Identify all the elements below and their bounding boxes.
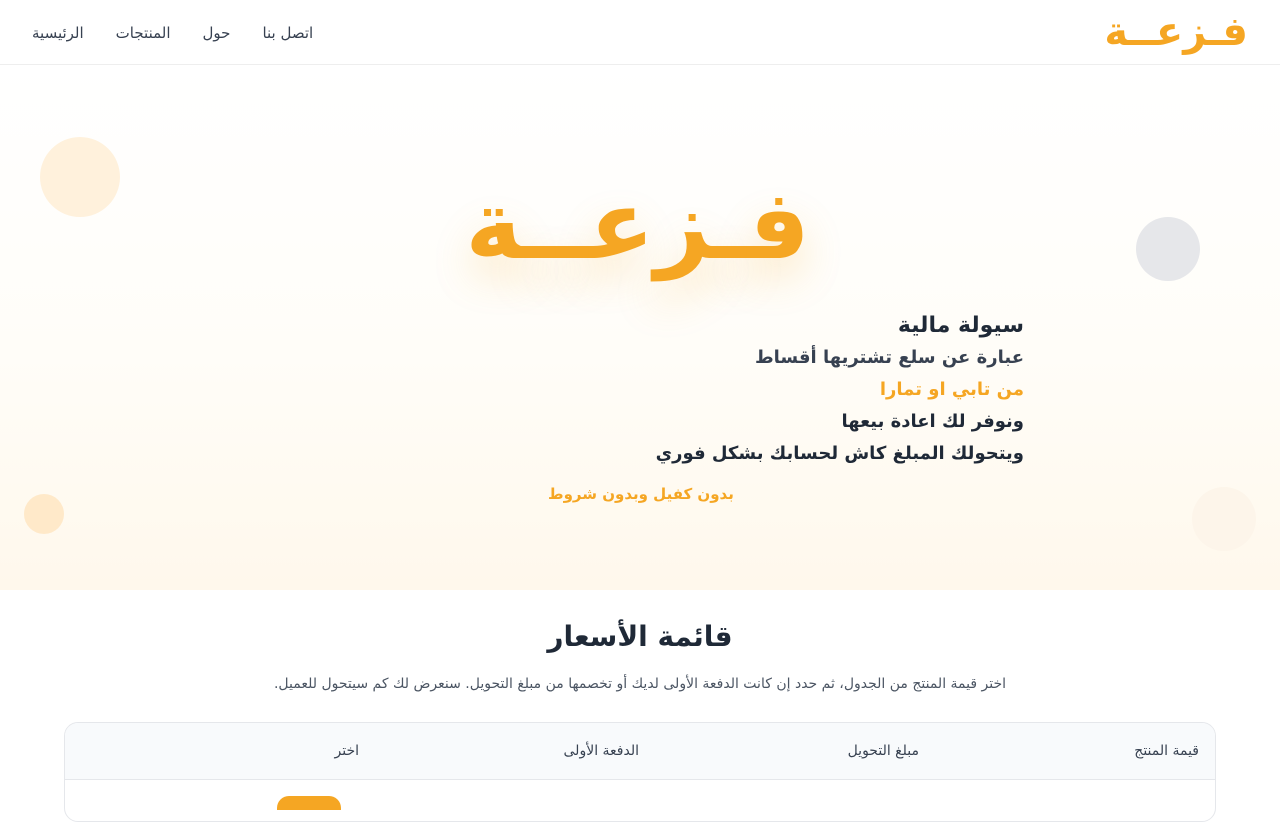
nav-products[interactable]: المنتجات bbox=[116, 24, 171, 42]
select-button[interactable] bbox=[277, 796, 341, 810]
site-header: فـزعــة اتصل بنا حول المنتجات الرئيسية bbox=[0, 0, 1280, 65]
prices-description: اختر قيمة المنتج من الجدول، ثم حدد إن كا… bbox=[273, 676, 1007, 692]
nav-home[interactable]: الرئيسية bbox=[32, 24, 84, 42]
column-header-transfer-amount: مبلغ التحويل bbox=[847, 743, 919, 759]
hero-text: سيولة مالية عبارة عن سلع تشتريها أقساط م… bbox=[464, 310, 1024, 470]
column-header-select: اختر bbox=[334, 743, 360, 759]
decorative-circle bbox=[1136, 217, 1200, 281]
hero-line-1: عبارة عن سلع تشتريها أقساط bbox=[754, 347, 1024, 368]
decorative-circle bbox=[40, 137, 120, 217]
hero-line-4: ويتحولك المبلغ كاش لحسابك بشكل فوري bbox=[655, 443, 1024, 464]
hero-section: فـزعــة سيولة مالية عبارة عن سلع تشتريها… bbox=[0, 65, 1280, 590]
hero-title: سيولة مالية bbox=[897, 313, 1024, 338]
main-nav: اتصل بنا حول المنتجات الرئيسية bbox=[32, 0, 313, 65]
decorative-circle bbox=[24, 494, 64, 534]
table-header: قيمة المنتج مبلغ التحويل الدفعة الأولى ا… bbox=[65, 723, 1215, 780]
prices-table: قيمة المنتج مبلغ التحويل الدفعة الأولى ا… bbox=[64, 722, 1216, 822]
hero-line-3: ونوفر لك اعادة بيعها bbox=[841, 411, 1024, 432]
brand-logo[interactable]: فـزعــة bbox=[1104, 6, 1248, 58]
prices-title: قائمة الأسعار bbox=[547, 620, 733, 653]
column-header-product-value: قيمة المنتج bbox=[1134, 743, 1199, 759]
hero-logo: فـزعــة bbox=[465, 160, 810, 300]
hero-line-2: من تابي او تمارا bbox=[879, 379, 1024, 400]
hero-note: بدون كفيل وبدون شروط bbox=[548, 485, 734, 503]
column-header-down-payment: الدفعة الأولى bbox=[563, 743, 639, 759]
nav-contact[interactable]: اتصل بنا bbox=[262, 24, 313, 42]
nav-about[interactable]: حول bbox=[203, 24, 231, 42]
decorative-circle bbox=[1192, 487, 1256, 551]
